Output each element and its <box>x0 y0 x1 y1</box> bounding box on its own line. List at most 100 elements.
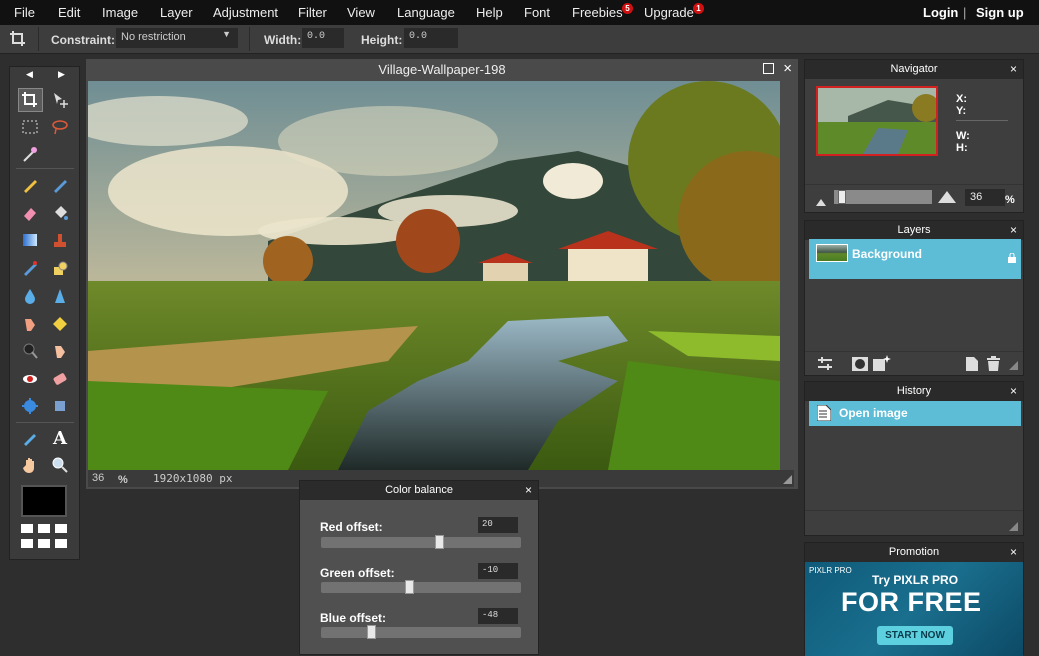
canvas-image[interactable] <box>88 81 780 470</box>
close-icon[interactable]: × <box>525 481 532 500</box>
color-balance-dialog: Color balance × Red offset: 20 Green off… <box>299 480 539 655</box>
menu-adjustment[interactable]: Adjustment <box>213 5 278 20</box>
promotion-title: Promotion <box>888 546 940 558</box>
move-tool-icon[interactable] <box>48 88 72 112</box>
green-offset-slider[interactable] <box>321 580 521 594</box>
red-offset-input[interactable]: 20 <box>478 517 518 533</box>
width-input[interactable]: 0.0 <box>302 28 344 48</box>
color-swap-grid-icon[interactable] <box>21 524 67 550</box>
foreground-color-swatch[interactable] <box>21 485 67 517</box>
signup-link[interactable]: Sign up <box>976 5 1024 20</box>
type-tool-icon[interactable]: A <box>48 426 72 450</box>
menu-file[interactable]: File <box>14 5 35 20</box>
constraint-select[interactable]: No restriction ▼ <box>116 28 238 48</box>
toolbox-expand-right-icon[interactable]: ▶ <box>58 69 65 80</box>
red-offset-slider[interactable] <box>321 535 521 549</box>
layer-mask-icon[interactable] <box>852 357 868 376</box>
crop-options-icon <box>6 27 30 51</box>
close-icon[interactable]: × <box>1010 382 1017 401</box>
bloat-tool-icon[interactable] <box>18 394 42 418</box>
lasso-tool-icon[interactable] <box>48 115 72 139</box>
blue-offset-thumb[interactable] <box>367 625 376 639</box>
magic-wand-tool-icon[interactable] <box>18 142 42 166</box>
promotion-panel: Promotion × PIXLR PRO Try PIXLR PRO FOR … <box>804 542 1024 656</box>
new-layer-icon[interactable] <box>966 357 978 376</box>
eraser-tool-icon[interactable] <box>18 201 42 225</box>
marquee-tool-icon[interactable] <box>18 115 42 139</box>
menu-edit[interactable]: Edit <box>58 5 80 20</box>
green-offset-input[interactable]: -10 <box>478 563 518 579</box>
brush-tool-icon[interactable] <box>48 173 72 197</box>
menu-view[interactable]: View <box>347 5 375 20</box>
navigator-thumbnail[interactable] <box>816 86 938 156</box>
close-document-icon[interactable]: × <box>783 60 792 77</box>
red-offset-thumb[interactable] <box>435 535 444 549</box>
drawing-tool-icon[interactable] <box>48 256 72 280</box>
zoom-in-mountain-icon[interactable] <box>938 190 956 208</box>
navigator-zoom-slider[interactable] <box>834 190 932 204</box>
zoom-out-mountain-icon[interactable] <box>816 193 826 211</box>
menu-help[interactable]: Help <box>476 5 503 20</box>
restore-window-icon[interactable] <box>763 63 774 74</box>
color-replace-tool-icon[interactable] <box>18 256 42 280</box>
gradient-tool-icon[interactable] <box>18 228 42 252</box>
pencil-tool-icon[interactable] <box>18 173 42 197</box>
layer-settings-icon[interactable] <box>818 357 832 376</box>
blue-offset-input[interactable]: -48 <box>478 608 518 624</box>
zoom-tool-icon[interactable] <box>48 453 72 477</box>
trash-icon[interactable] <box>987 356 1000 376</box>
navigator-panel: Navigator × X: Y: W: H: 36 % <box>804 59 1024 213</box>
resize-grip-icon[interactable] <box>783 475 792 484</box>
login-link[interactable]: Login <box>923 5 958 20</box>
resize-grip-icon[interactable] <box>1009 361 1018 370</box>
history-panel: History × Open image <box>804 381 1024 536</box>
smudge-tool-icon[interactable] <box>18 312 42 336</box>
resize-grip-icon[interactable] <box>1009 522 1018 531</box>
dodge-tool-icon[interactable] <box>48 339 72 363</box>
menu-layer[interactable]: Layer <box>160 5 193 20</box>
pinch-tool-icon[interactable] <box>48 394 72 418</box>
history-item[interactable]: Open image <box>809 401 1021 426</box>
color-picker-tool-icon[interactable] <box>18 426 42 450</box>
red-eye-tool-icon[interactable] <box>18 367 42 391</box>
burn-tool-icon[interactable] <box>18 339 42 363</box>
layer-styles-icon[interactable] <box>873 355 891 376</box>
color-balance-header: Color balance × <box>300 481 538 500</box>
spot-heal-tool-icon[interactable] <box>48 367 72 391</box>
y-label: Y: <box>956 105 967 117</box>
menu-bar: File Edit Image Layer Adjustment Filter … <box>0 0 1039 25</box>
menu-language[interactable]: Language <box>397 5 455 20</box>
blue-offset-label: Blue offset: <box>320 611 386 625</box>
navigator-zoom-thumb[interactable] <box>838 190 846 204</box>
green-offset-label: Green offset: <box>320 566 395 580</box>
crop-tool-icon[interactable] <box>18 88 42 112</box>
blue-offset-slider[interactable] <box>321 625 521 639</box>
hand-tool-icon[interactable] <box>18 453 42 477</box>
constraint-value: No restriction <box>121 31 186 43</box>
close-icon[interactable]: × <box>1010 221 1017 240</box>
upgrade-badge: 1 <box>693 3 704 14</box>
close-icon[interactable]: × <box>1010 60 1017 79</box>
sponge-tool-icon[interactable] <box>48 312 72 336</box>
sharpen-tool-icon[interactable] <box>48 284 72 308</box>
green-offset-thumb[interactable] <box>405 580 414 594</box>
promotion-banner[interactable]: PIXLR PRO Try PIXLR PRO FOR FREE START N… <box>805 562 1023 656</box>
clone-stamp-tool-icon[interactable] <box>48 228 72 252</box>
layer-row[interactable]: Background <box>809 239 1021 279</box>
toolbox-collapse-left-icon[interactable]: ◀ <box>26 69 33 80</box>
zoom-value[interactable]: 36 <box>92 472 104 484</box>
menu-freebies[interactable]: Freebies <box>572 5 623 20</box>
paint-bucket-tool-icon[interactable] <box>48 201 72 225</box>
menu-upgrade[interactable]: Upgrade <box>644 5 694 20</box>
menu-filter[interactable]: Filter <box>298 5 327 20</box>
menu-font[interactable]: Font <box>524 5 550 20</box>
width-label: Width: <box>264 33 302 47</box>
blur-tool-icon[interactable] <box>18 284 42 308</box>
close-icon[interactable]: × <box>1010 543 1017 562</box>
height-input[interactable]: 0.0 <box>404 28 458 48</box>
menu-image[interactable]: Image <box>102 5 138 20</box>
navigator-zoom-input[interactable]: 36 <box>965 189 1005 206</box>
toolbox: ◀ ▶ A <box>9 66 80 560</box>
start-now-button[interactable]: START NOW <box>877 626 953 645</box>
chevron-down-icon: ▼ <box>222 29 231 39</box>
